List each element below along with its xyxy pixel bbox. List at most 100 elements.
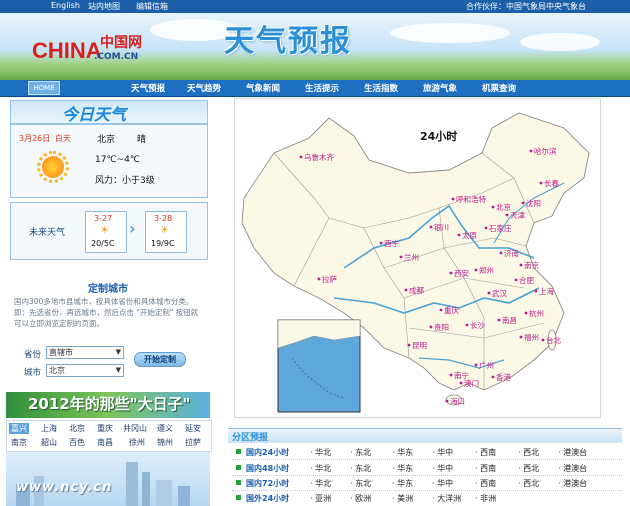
map-city-label[interactable]: 兰州 bbox=[404, 252, 419, 262]
map-city-label[interactable]: 合肥 bbox=[519, 275, 534, 285]
city-tab[interactable]: 百色 bbox=[69, 437, 85, 448]
map-city-label[interactable]: 海口 bbox=[450, 396, 465, 406]
region-row-label[interactable]: 国外24小时 bbox=[246, 493, 289, 504]
map-city-label[interactable]: 贵阳 bbox=[434, 322, 449, 332]
city-select[interactable]: 北京 ▼ bbox=[46, 364, 124, 377]
region-link[interactable]: · 港澳台 bbox=[558, 478, 587, 489]
region-row-label[interactable]: 国内48小时 bbox=[246, 463, 289, 474]
nav-home-button[interactable]: HOME bbox=[28, 81, 60, 95]
map-city-label[interactable]: 天津 bbox=[510, 211, 525, 220]
map-city-label[interactable]: 长沙 bbox=[470, 320, 485, 330]
city-tab[interactable]: 上海 bbox=[41, 423, 57, 434]
city-photo[interactable] bbox=[6, 452, 210, 506]
future-day-2[interactable]: 3-28 ☀ 19/9C bbox=[145, 211, 187, 253]
map-city-label[interactable]: 上海 bbox=[539, 286, 554, 296]
nav-item-news[interactable]: 气象新闻 bbox=[246, 82, 280, 94]
map-city-label[interactable]: 南昌 bbox=[502, 315, 517, 325]
region-row-label[interactable]: 国内72小时 bbox=[246, 478, 289, 489]
region-link[interactable]: · 华北 bbox=[310, 447, 331, 458]
map-city-label[interactable]: 沈阳 bbox=[526, 198, 541, 208]
map-city-label[interactable]: 南京 bbox=[524, 260, 539, 270]
region-row-label[interactable]: 国内24小时 bbox=[246, 447, 289, 458]
logo-brand[interactable]: CHINA bbox=[32, 38, 102, 64]
map-city-label[interactable]: 西安 bbox=[454, 268, 469, 278]
region-link[interactable]: · 美洲 bbox=[392, 493, 413, 504]
region-link[interactable]: · 西南 bbox=[475, 447, 496, 458]
city-tab[interactable]: 南京 bbox=[11, 437, 27, 448]
nav-item-index[interactable]: 生活指数 bbox=[364, 82, 398, 94]
nav-item-tips[interactable]: 生活提示 bbox=[305, 82, 339, 94]
province-select-value: 直辖市 bbox=[49, 348, 73, 357]
region-link[interactable]: · 华东 bbox=[392, 447, 413, 458]
city-tab[interactable]: 北京 bbox=[69, 423, 85, 434]
map-city-label[interactable]: 重庆 bbox=[444, 305, 459, 315]
map-city-label[interactable]: 石家庄 bbox=[489, 223, 512, 233]
english-link[interactable]: English bbox=[51, 1, 80, 10]
region-link[interactable]: · 东北 bbox=[350, 463, 371, 474]
region-link[interactable]: · 华中 bbox=[432, 463, 453, 474]
city-tab-jiaxing[interactable]: 嘉兴 bbox=[9, 423, 29, 434]
region-link[interactable]: · 华中 bbox=[432, 478, 453, 489]
map-city-label[interactable]: 台北 bbox=[546, 335, 561, 345]
region-link[interactable]: · 华北 bbox=[310, 478, 331, 489]
chevron-right-icon[interactable]: › bbox=[129, 219, 136, 238]
sitemap-link[interactable]: 站内地图 bbox=[88, 1, 120, 12]
city-tab[interactable]: 徐州 bbox=[129, 437, 145, 448]
city-dot bbox=[474, 363, 478, 367]
nav-item-forecast[interactable]: 天气预报 bbox=[131, 82, 165, 94]
map-city-label[interactable]: 杭州 bbox=[529, 308, 544, 318]
map-city-label[interactable]: 郑州 bbox=[479, 265, 494, 275]
map-city-label[interactable]: 呼和浩特 bbox=[456, 194, 486, 204]
region-link[interactable]: · 华东 bbox=[392, 463, 413, 474]
region-link[interactable]: · 华东 bbox=[392, 478, 413, 489]
region-link[interactable]: · 港澳台 bbox=[558, 447, 587, 458]
map-city-label[interactable]: 太原 bbox=[462, 230, 477, 240]
map-city-label[interactable]: 香港 bbox=[496, 372, 511, 382]
future-day-1[interactable]: 3-27 ☀ 20/5C bbox=[85, 211, 127, 253]
map-city-label[interactable]: 拉萨 bbox=[322, 274, 337, 284]
city-tab[interactable]: 延安 bbox=[185, 423, 201, 434]
map-city-label[interactable]: 武汉 bbox=[492, 288, 507, 298]
map-city-label[interactable]: 澳门 bbox=[464, 378, 479, 388]
map-city-label[interactable]: 昆明 bbox=[412, 341, 427, 350]
map-city-label[interactable]: 西宁 bbox=[384, 238, 399, 248]
region-link[interactable]: · 东北 bbox=[350, 447, 371, 458]
city-tab[interactable]: 重庆 bbox=[97, 423, 113, 434]
city-tab[interactable]: 井冈山 bbox=[123, 423, 147, 434]
region-link[interactable]: · 亚洲 bbox=[310, 493, 331, 504]
map-city-label[interactable]: 成都 bbox=[409, 285, 424, 295]
city-dot bbox=[459, 381, 463, 385]
city-select-value: 北京 bbox=[49, 366, 65, 375]
map-city-label[interactable]: 银川 bbox=[434, 223, 449, 232]
region-link[interactable]: · 大洋洲 bbox=[432, 493, 461, 504]
region-link[interactable]: · 西北 bbox=[518, 447, 539, 458]
city-tab[interactable]: 南昌 bbox=[97, 437, 113, 448]
region-link[interactable]: · 东北 bbox=[350, 478, 371, 489]
map-city-label[interactable]: 福州 bbox=[524, 333, 539, 342]
region-link[interactable]: · 欧洲 bbox=[350, 493, 371, 504]
nav-item-travel[interactable]: 旅游气象 bbox=[423, 82, 457, 94]
region-link[interactable]: · 港澳台 bbox=[558, 463, 587, 474]
region-link[interactable]: · 西北 bbox=[518, 478, 539, 489]
region-link[interactable]: · 非洲 bbox=[475, 493, 496, 504]
province-select[interactable]: 直辖市 ▼ bbox=[46, 346, 124, 359]
region-link[interactable]: · 华北 bbox=[310, 463, 331, 474]
city-tab[interactable]: 韶山 bbox=[41, 437, 57, 448]
region-link[interactable]: · 西南 bbox=[475, 478, 496, 489]
map-city-label[interactable]: 哈尔滨 bbox=[534, 146, 557, 156]
map-city-label[interactable]: 乌鲁木齐 bbox=[304, 152, 334, 162]
nav-item-trend[interactable]: 天气趋势 bbox=[187, 82, 221, 94]
editor-mailbox-link[interactable]: 编辑信箱 bbox=[136, 1, 168, 12]
map-city-label[interactable]: 广州 bbox=[479, 360, 494, 370]
region-link[interactable]: · 西南 bbox=[475, 463, 496, 474]
city-tab[interactable]: 拉萨 bbox=[185, 437, 201, 448]
region-link[interactable]: · 西北 bbox=[518, 463, 539, 474]
map-city-label[interactable]: 长春 bbox=[544, 178, 559, 188]
start-custom-button[interactable]: 开始定制 bbox=[134, 352, 186, 367]
china-map[interactable]: 乌鲁木齐哈尔滨长春沈阳呼和浩特北京天津石家庄太原银川西宁兰州 济南郑州西安合肥南京… bbox=[234, 98, 599, 416]
map-city-label[interactable]: 济南 bbox=[504, 248, 519, 258]
city-tab[interactable]: 遵义 bbox=[157, 423, 173, 434]
region-link[interactable]: · 华中 bbox=[432, 447, 453, 458]
city-tab[interactable]: 锦州 bbox=[157, 437, 173, 448]
nav-item-tickets[interactable]: 机票查询 bbox=[482, 82, 516, 94]
